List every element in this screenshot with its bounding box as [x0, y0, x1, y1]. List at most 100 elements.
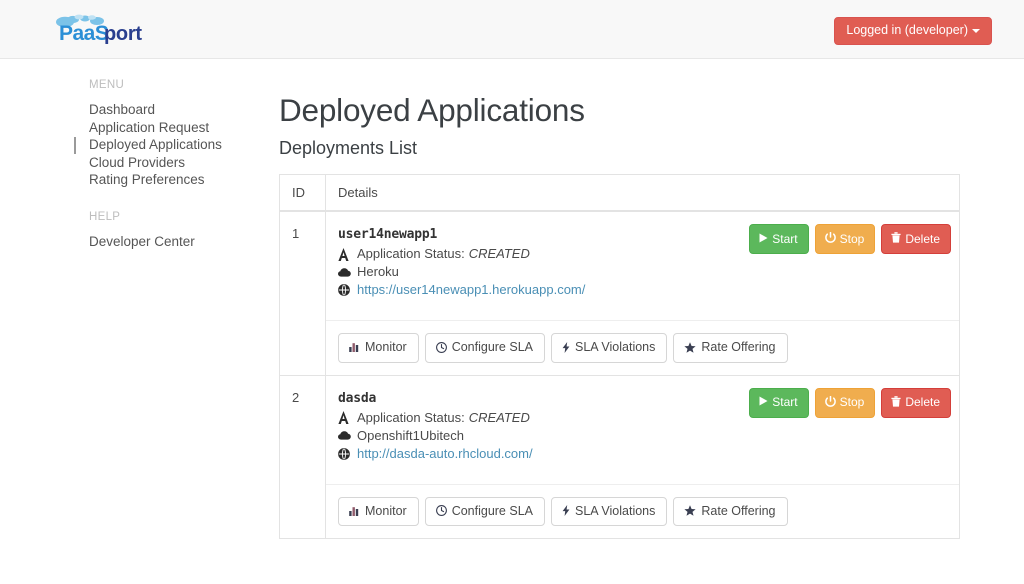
application-url-line: http://dasda-auto.rhcloud.com/	[338, 445, 947, 463]
row-tool-buttons: Monitor Configure SLA SLA Violations Rat…	[326, 483, 959, 539]
svg-text:port: port	[104, 23, 142, 45]
sla-violations-button[interactable]: SLA Violations	[551, 333, 668, 363]
deployment-details: user14newapp1 Application Status: CREATE…	[326, 212, 959, 308]
cell-details: user14newapp1 Application Status: CREATE…	[325, 210, 960, 376]
table-body: 1 user14newapp1 Application Status: CREA…	[279, 210, 960, 539]
application-status-value: CREATED	[468, 409, 530, 425]
provider-line: Heroku	[338, 263, 947, 281]
app-status-icon	[338, 411, 353, 425]
deployments-table: ID Details 1 user14newapp1 Application S…	[279, 174, 960, 539]
play-icon	[759, 396, 768, 408]
sidebar-item-dashboard[interactable]: Dashboard	[0, 102, 262, 119]
sidebar-item-label: Developer Center	[89, 233, 195, 249]
logged-in-user-menu-button[interactable]: Logged in (developer)	[834, 17, 992, 45]
configure-sla-button[interactable]: Configure SLA	[424, 333, 545, 363]
sidebar-item-label: Rating Preferences	[89, 172, 205, 187]
rate-offering-button-label: Rate Offering	[701, 340, 776, 354]
bar-chart-icon	[349, 506, 360, 516]
sla-violations-button-label: SLA Violations	[575, 503, 656, 518]
start-button-label: Start	[772, 231, 798, 246]
power-icon	[824, 395, 836, 409]
play-icon	[759, 233, 768, 245]
delete-button-label: Delete	[905, 395, 940, 409]
stop-button[interactable]: Stop	[814, 224, 876, 254]
start-button-label: Start	[772, 395, 798, 409]
sidebar-heading-help: HELP	[89, 210, 121, 223]
monitor-button[interactable]: Monitor	[338, 496, 419, 526]
bolt-icon	[562, 505, 570, 517]
delete-button[interactable]: Delete	[881, 387, 951, 418]
table-header-row: ID Details	[279, 174, 960, 212]
clock-icon	[435, 505, 447, 517]
row-state-buttons: Start Stop Delete	[749, 387, 951, 418]
stop-button-label: Stop	[839, 395, 865, 409]
sidebar-item-label: Deployed Applications	[89, 137, 222, 152]
configure-sla-button-label: Configure SLA	[451, 503, 533, 518]
column-header-id: ID	[279, 174, 326, 212]
svg-text:PaaS: PaaS	[59, 22, 109, 45]
row-state-buttons: Start Stop Delete	[749, 224, 951, 254]
bar-chart-icon	[349, 342, 360, 353]
sidebar-item-deployed-applications[interactable]: Deployed Applications	[0, 137, 262, 154]
table-row: 2 dasda Application Status: CREATED Open…	[279, 374, 960, 539]
star-icon	[684, 505, 696, 517]
paasport-logo[interactable]: PaaS port	[52, 12, 152, 48]
sla-violations-button[interactable]: SLA Violations	[551, 496, 668, 526]
star-icon	[684, 342, 696, 353]
page-subtitle: Deployments List	[279, 138, 418, 158]
stop-button[interactable]: Stop	[814, 387, 876, 418]
clock-icon	[435, 341, 447, 353]
provider-name: Heroku	[357, 264, 399, 279]
paasport-logo-icon: PaaS port	[56, 14, 143, 45]
sidebar-menu-list: Dashboard Application Request Deployed A…	[0, 102, 262, 189]
table-head: ID Details	[279, 174, 960, 212]
rate-offering-button[interactable]: Rate Offering	[673, 333, 788, 363]
bolt-icon	[562, 341, 570, 353]
cell-id: 2	[279, 374, 326, 539]
application-url-link[interactable]: https://user14newapp1.herokuapp.com/	[357, 281, 585, 299]
monitor-button[interactable]: Monitor	[338, 333, 419, 363]
application-status-label: Application Status:	[357, 409, 465, 425]
cloud-icon	[338, 265, 353, 279]
trash-icon	[891, 232, 901, 245]
delete-button[interactable]: Delete	[881, 224, 951, 254]
sidebar-item-label: Application Request	[89, 119, 210, 135]
globe-icon	[338, 283, 353, 297]
rate-offering-button-label: Rate Offering	[701, 503, 776, 518]
sidebar-heading-menu: MENU	[89, 79, 125, 91]
sidebar-item-application-request[interactable]: Application Request	[0, 120, 262, 137]
cell-details: dasda Application Status: CREATED Opensh…	[325, 374, 960, 539]
monitor-button-label: Monitor	[365, 340, 407, 354]
deployment-details: dasda Application Status: CREATED Opensh…	[326, 376, 959, 472]
rate-offering-button[interactable]: Rate Offering	[673, 496, 788, 526]
sidebar-item-label: Dashboard	[89, 102, 156, 117]
start-button[interactable]: Start	[749, 224, 809, 254]
login-button-label: Logged in (developer)	[846, 23, 968, 37]
sidebar-item-label: Cloud Providers	[89, 154, 186, 170]
sla-violations-button-label: SLA Violations	[575, 340, 656, 354]
configure-sla-button-label: Configure SLA	[451, 340, 533, 354]
sidebar-navigation: MENU Dashboard Application Request Deplo…	[0, 59, 262, 584]
sidebar-item-developer-center[interactable]: Developer Center	[0, 234, 262, 251]
application-status-label: Application Status:	[357, 246, 465, 261]
row-tool-buttons: Monitor Configure SLA SLA Violations Rat…	[326, 320, 959, 375]
app-status-icon	[338, 247, 353, 261]
sidebar-item-cloud-providers[interactable]: Cloud Providers	[0, 155, 262, 172]
column-header-details: Details	[325, 174, 960, 212]
start-button[interactable]: Start	[749, 387, 809, 418]
provider-name: Openshift1Ubitech	[357, 427, 464, 443]
sidebar-item-rating-preferences[interactable]: Rating Preferences	[0, 172, 262, 189]
monitor-button-label: Monitor	[365, 503, 407, 518]
cloud-icon	[338, 429, 353, 443]
application-url-line: https://user14newapp1.herokuapp.com/	[338, 281, 947, 299]
stop-button-label: Stop	[839, 231, 865, 246]
configure-sla-button[interactable]: Configure SLA	[424, 496, 545, 526]
application-url-link[interactable]: http://dasda-auto.rhcloud.com/	[357, 445, 533, 463]
delete-button-label: Delete	[905, 231, 940, 246]
trash-icon	[891, 395, 901, 409]
page-title: Deployed Applications	[279, 92, 585, 128]
globe-icon	[338, 447, 353, 461]
chevron-down-icon	[972, 28, 980, 33]
cell-id: 1	[279, 210, 326, 376]
